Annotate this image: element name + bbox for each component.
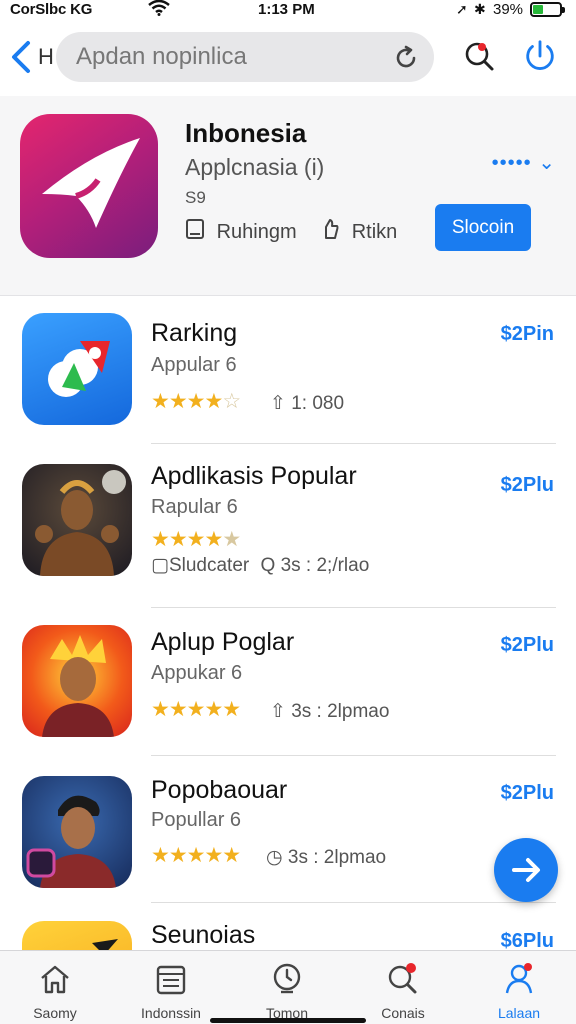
thumb-icon: ⇧ xyxy=(270,393,286,414)
tab-home[interactable]: Saomy xyxy=(0,957,110,1021)
person-icon xyxy=(505,963,533,994)
back-label: H xyxy=(38,44,54,69)
tab-clock[interactable]: Tomon xyxy=(232,957,342,1021)
stars-full: ★★★★ xyxy=(151,528,223,551)
location-icon: ➚ xyxy=(456,1,468,17)
app-title: Popobaouar xyxy=(151,776,288,804)
bluetooth-icon: ✱ xyxy=(474,1,486,17)
next-fab-button[interactable] xyxy=(494,838,558,902)
price-button[interactable]: $2Plu xyxy=(501,782,554,805)
featured-app-subtitle: Applcnasia (i) xyxy=(185,154,325,180)
price-button[interactable]: $2Plu xyxy=(501,474,554,497)
refresh-icon[interactable] xyxy=(392,44,420,72)
home-indicator xyxy=(210,1018,366,1023)
list-item[interactable]: Rarking Appular 6 ★★★★☆ ⇧ 1: 080 $2Pin xyxy=(0,296,576,444)
app-icon xyxy=(22,921,132,950)
app-icon xyxy=(22,464,132,576)
tab-calendar[interactable]: Indonssin xyxy=(116,957,226,1021)
app-meta: ⇧ 3s : 2lpmao xyxy=(270,700,389,723)
stars-full: ★★★★★ xyxy=(151,698,241,721)
app-header: H xyxy=(0,20,576,96)
stars-full: ★★★★ xyxy=(151,390,223,413)
battery-fill xyxy=(533,5,543,14)
clock-icon xyxy=(273,963,301,994)
stars-empty: ★ xyxy=(222,528,241,551)
search-notify-icon[interactable] xyxy=(461,38,497,74)
list-item[interactable]: Seunoias $6Plu xyxy=(0,903,576,950)
app-title: Aplup Poglar xyxy=(151,628,295,656)
app-icon xyxy=(22,625,132,737)
app-meta: ▢Sludcater Q 3s : 2;/rlao xyxy=(151,554,369,577)
tab-search[interactable]: Conais xyxy=(348,957,458,1021)
search-bar[interactable] xyxy=(56,32,434,82)
rating-stars: ★★★★☆ xyxy=(151,389,241,414)
stars-full: ★★★★★ xyxy=(151,844,241,867)
rating-stars: ★★★★★ xyxy=(151,697,241,722)
app-meta-text: 3s : 2lpmao xyxy=(291,701,390,722)
battery-percent: 39% xyxy=(493,1,524,18)
app-title: Seunoias xyxy=(151,921,256,949)
app-meta: ◷ 3s : 2lpmao xyxy=(266,846,386,869)
tab-label: Saomy xyxy=(33,1005,77,1021)
featured-get-button[interactable]: Slocoin xyxy=(435,204,531,251)
app-meta: ⇧ 1: 080 xyxy=(270,392,344,415)
document-icon xyxy=(185,218,205,246)
search-small-icon: Q xyxy=(260,555,276,576)
price-button[interactable]: $6Plu xyxy=(501,930,554,950)
status-bar: CorSlbc KG 1:13 PM ➚ ✱ 39% xyxy=(0,0,576,20)
app-meta-b: 3s : 2;/rlao xyxy=(280,555,370,576)
featured-app-card[interactable]: Inbonesia Applcnasia (i) S9 Ruhingm Rtik… xyxy=(0,96,576,296)
power-icon[interactable] xyxy=(522,38,558,74)
app-meta-a: Sludcater xyxy=(168,555,250,576)
featured-meta-2: Rtikn xyxy=(351,220,398,243)
carrier-label: CorSlbc KG xyxy=(10,1,93,18)
app-title: Rarking xyxy=(151,319,238,347)
stars-empty: ☆ xyxy=(222,390,241,413)
battery-icon xyxy=(530,2,565,17)
app-subtitle: Appukar 6 xyxy=(151,662,243,684)
tab-profile[interactable]: Lalaan xyxy=(464,957,574,1021)
tab-label: Lalaan xyxy=(497,1005,541,1021)
list-item[interactable]: Aplup Poglar Appukar 6 ★★★★★ ⇧ 3s : 2lpm… xyxy=(0,608,576,756)
tab-bar: Saomy Indonssin Tomon Conais Lalaan xyxy=(0,950,576,1024)
app-icon xyxy=(22,313,132,425)
list-item[interactable]: Popobaouar Popullar 6 ★★★★★ ◷ 3s : 2lpma… xyxy=(0,756,576,904)
wifi-icon xyxy=(148,0,170,20)
back-button[interactable]: H xyxy=(8,36,54,76)
rating-stars: ★★★★★ xyxy=(151,843,241,868)
featured-meta-1: Ruhingm xyxy=(216,220,297,243)
app-subtitle: Popullar 6 xyxy=(151,809,242,831)
app-subtitle: Rapular 6 xyxy=(151,496,238,518)
featured-app-title: Inbonesia xyxy=(185,118,307,148)
arrow-right-icon xyxy=(512,858,540,882)
search-icon xyxy=(388,963,417,994)
app-title: Apdlikasis Popular xyxy=(151,462,357,490)
home-icon xyxy=(41,965,69,994)
app-subtitle: Appular 6 xyxy=(151,354,237,376)
search-input[interactable] xyxy=(76,40,376,74)
thumb-icon: ⇧ xyxy=(270,701,286,722)
chevron-left-icon xyxy=(12,41,30,73)
more-options-icon[interactable]: ••••• ⌄ xyxy=(492,150,556,175)
app-meta-text: 1: 080 xyxy=(291,393,345,414)
calendar-icon xyxy=(156,965,186,995)
featured-app-price: S9 xyxy=(185,188,206,207)
app-meta-text: 3s : 2lpmao xyxy=(287,847,387,868)
price-button[interactable]: $2Plu xyxy=(501,634,554,657)
list-item[interactable]: Apdlikasis Popular Rapular 6 ★★★★★ ▢Slud… xyxy=(0,444,576,592)
app-icon xyxy=(22,776,132,888)
clock-time: 1:13 PM xyxy=(258,1,315,18)
thumb-icon xyxy=(320,218,340,246)
clock-icon: ◷ xyxy=(266,847,283,868)
featured-app-meta: Ruhingm Rtikn xyxy=(185,218,397,246)
price-button[interactable]: $2Pin xyxy=(501,323,554,346)
square-icon: ▢ xyxy=(151,555,169,576)
featured-app-icon xyxy=(20,114,158,258)
rating-stars: ★★★★★ xyxy=(151,527,241,552)
